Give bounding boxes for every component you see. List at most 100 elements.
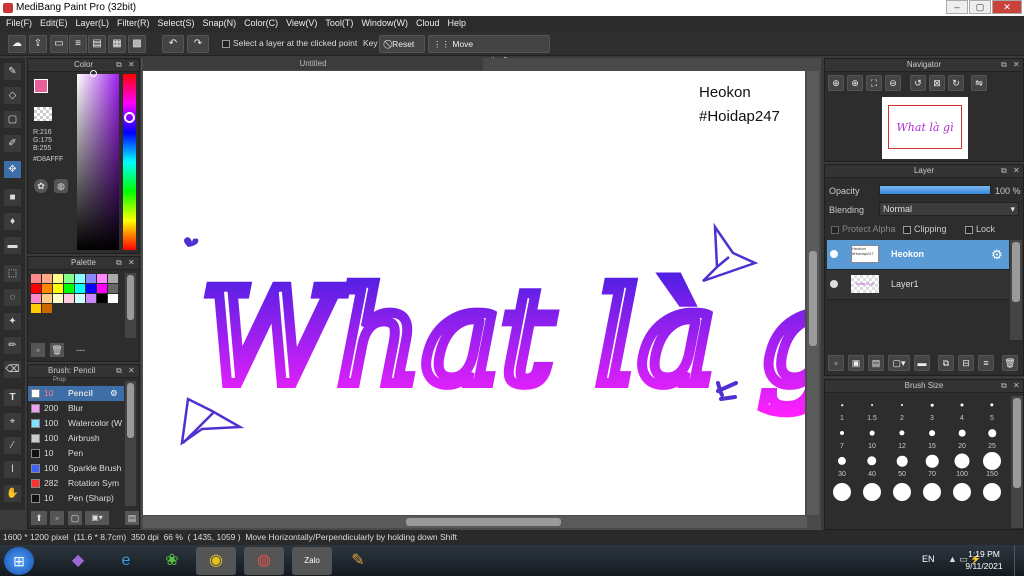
- brush-size-option[interactable]: 150: [977, 452, 1007, 478]
- brush-size-option[interactable]: [827, 480, 857, 506]
- layer-name[interactable]: Layer1: [891, 279, 919, 289]
- select-eraser-icon[interactable]: ⌫: [3, 360, 22, 379]
- palette-swatch[interactable]: [53, 284, 63, 293]
- language-indicator[interactable]: EN: [922, 554, 935, 564]
- brush-size-option[interactable]: [857, 480, 887, 506]
- popout-icon[interactable]: ⧉: [116, 60, 122, 70]
- palette-swatch[interactable]: [64, 284, 74, 293]
- brush-size-option[interactable]: 4: [947, 396, 977, 422]
- magic-wand-icon[interactable]: ✦: [3, 312, 22, 331]
- palette-swatch[interactable]: [97, 274, 107, 283]
- rotate-right-icon[interactable]: ↻: [948, 75, 964, 91]
- add-brush-icon[interactable]: ⬆: [31, 511, 47, 525]
- protect-alpha-checkbox[interactable]: Protect Alpha: [831, 224, 896, 234]
- medibang-icon[interactable]: ✎: [338, 547, 378, 575]
- undo-icon[interactable]: ↶: [162, 35, 184, 53]
- grid-icon[interactable]: ▦: [108, 35, 126, 53]
- menu-window[interactable]: Window(W): [359, 16, 414, 32]
- trash-icon[interactable]: 🗑: [50, 343, 64, 357]
- start-button[interactable]: ⊞: [4, 547, 34, 575]
- menu-help[interactable]: Help: [445, 16, 472, 32]
- new-brush-icon[interactable]: ▫: [50, 511, 64, 525]
- palette-swatch[interactable]: [31, 284, 41, 293]
- select-layer-checkbox[interactable]: Select a layer at the clicked point: [222, 38, 357, 48]
- layer-scrollbar[interactable]: [1010, 240, 1022, 340]
- menu-layer[interactable]: Layer(L): [74, 16, 116, 32]
- color-mode-icon[interactable]: ◍: [54, 179, 68, 193]
- brush-item[interactable]: 10 Pen (Sharp): [28, 491, 124, 506]
- color-wheel-icon[interactable]: ✿: [34, 179, 48, 193]
- show-desktop-button[interactable]: [1014, 545, 1024, 576]
- brush-size-option[interactable]: 25: [977, 424, 1007, 450]
- palette-swatch[interactable]: [53, 274, 63, 283]
- zoom-in-2-icon[interactable]: ⊕: [847, 75, 863, 91]
- palette-swatch[interactable]: [42, 304, 52, 313]
- operation-tool-icon[interactable]: ⌖: [3, 412, 22, 431]
- document-tab[interactable]: Untitled: [143, 57, 483, 70]
- close-icon[interactable]: ✕: [128, 258, 135, 267]
- popout-icon[interactable]: ⧉: [1001, 60, 1007, 70]
- eraser-tool-icon[interactable]: ◇: [3, 86, 22, 105]
- brush-size-option[interactable]: 12: [887, 424, 917, 450]
- visual-studio-icon[interactable]: ◆: [58, 547, 98, 575]
- reset-button[interactable]: ⃠ Reset: [379, 35, 425, 53]
- brush-size-option[interactable]: 1.5: [857, 396, 887, 422]
- opacity-slider[interactable]: [879, 185, 991, 195]
- close-icon[interactable]: ✕: [128, 366, 135, 375]
- select-rect-icon[interactable]: ⬚: [3, 264, 22, 283]
- zoom-out-icon[interactable]: ⊖: [885, 75, 901, 91]
- gradient-icon[interactable]: ▬: [3, 236, 22, 255]
- gear-icon[interactable]: ⚙: [110, 386, 118, 401]
- drawing-canvas[interactable]: Heokon #Hoidap247 What là gì: [143, 71, 805, 515]
- rect-tool-icon[interactable]: ▢: [3, 110, 22, 129]
- document-icon[interactable]: ▤: [88, 35, 106, 53]
- lasso-icon[interactable]: ◌: [3, 288, 22, 307]
- palette-swatch[interactable]: [31, 294, 41, 303]
- checkbox-box[interactable]: [903, 225, 911, 234]
- hand-tool-icon[interactable]: ✋: [3, 484, 22, 503]
- share-icon[interactable]: ⇪: [29, 35, 47, 53]
- hue-cursor[interactable]: [124, 112, 135, 123]
- close-icon[interactable]: ✕: [1013, 166, 1020, 175]
- brush-size-option[interactable]: 40: [857, 452, 887, 478]
- zoom-in-icon[interactable]: ⊕: [828, 75, 844, 91]
- close-icon[interactable]: ✕: [1013, 381, 1020, 390]
- transparent-swatch[interactable]: [34, 107, 52, 121]
- visibility-icon[interactable]: [830, 250, 838, 258]
- brush-item[interactable]: 282 Rotation Sym: [28, 476, 124, 491]
- redo-icon[interactable]: ↷: [187, 35, 209, 53]
- close-icon[interactable]: ✕: [128, 60, 135, 69]
- flip-icon[interactable]: ⇋: [971, 75, 987, 91]
- pen-tool-icon[interactable]: ✐: [3, 134, 22, 153]
- merge-layer-icon[interactable]: ⊟: [958, 355, 974, 371]
- new-layer-icon[interactable]: ▫: [828, 355, 844, 371]
- brush-size-option[interactable]: 15: [917, 424, 947, 450]
- brush-size-option[interactable]: 3: [917, 396, 947, 422]
- lock-checkbox[interactable]: Lock: [965, 224, 995, 234]
- new-layer-2-icon[interactable]: ▣: [848, 355, 864, 371]
- popout-icon[interactable]: ⧉: [1001, 166, 1007, 176]
- new-layer-3-icon[interactable]: ▤: [868, 355, 884, 371]
- brush-list[interactable]: 10 Pencil ⚙ 200 Blur 100 Watercolor (W 100 Airbr…: [28, 386, 124, 506]
- blending-select[interactable]: Normal ▾: [879, 202, 1019, 216]
- brush-size-option[interactable]: 7: [827, 424, 857, 450]
- brush-size-option[interactable]: [977, 480, 1007, 506]
- saturation-value-picker[interactable]: [77, 74, 119, 250]
- brush-size-option[interactable]: 10: [857, 424, 887, 450]
- brush-size-option[interactable]: 2: [887, 396, 917, 422]
- brush-item[interactable]: 100 Airbrush: [28, 431, 124, 446]
- palette-swatch[interactable]: [64, 294, 74, 303]
- brush-size-option[interactable]: 50: [887, 452, 917, 478]
- comment-icon[interactable]: ▭: [50, 35, 68, 53]
- navigator-preview[interactable]: What là gì: [882, 97, 968, 159]
- palette-swatch[interactable]: [75, 284, 85, 293]
- brush-size-scrollbar[interactable]: [1011, 396, 1023, 528]
- layer-name[interactable]: Heokon: [891, 249, 924, 259]
- menu-color[interactable]: Color(C): [242, 16, 284, 32]
- layer-settings-icon[interactable]: ≡: [978, 355, 994, 371]
- checkbox-box[interactable]: [965, 225, 973, 234]
- brush-size-option[interactable]: [947, 480, 977, 506]
- new-palette-icon[interactable]: ▫: [31, 343, 45, 357]
- menu-tool[interactable]: Tool(T): [323, 16, 359, 32]
- menu-filter[interactable]: Filter(R): [115, 16, 156, 32]
